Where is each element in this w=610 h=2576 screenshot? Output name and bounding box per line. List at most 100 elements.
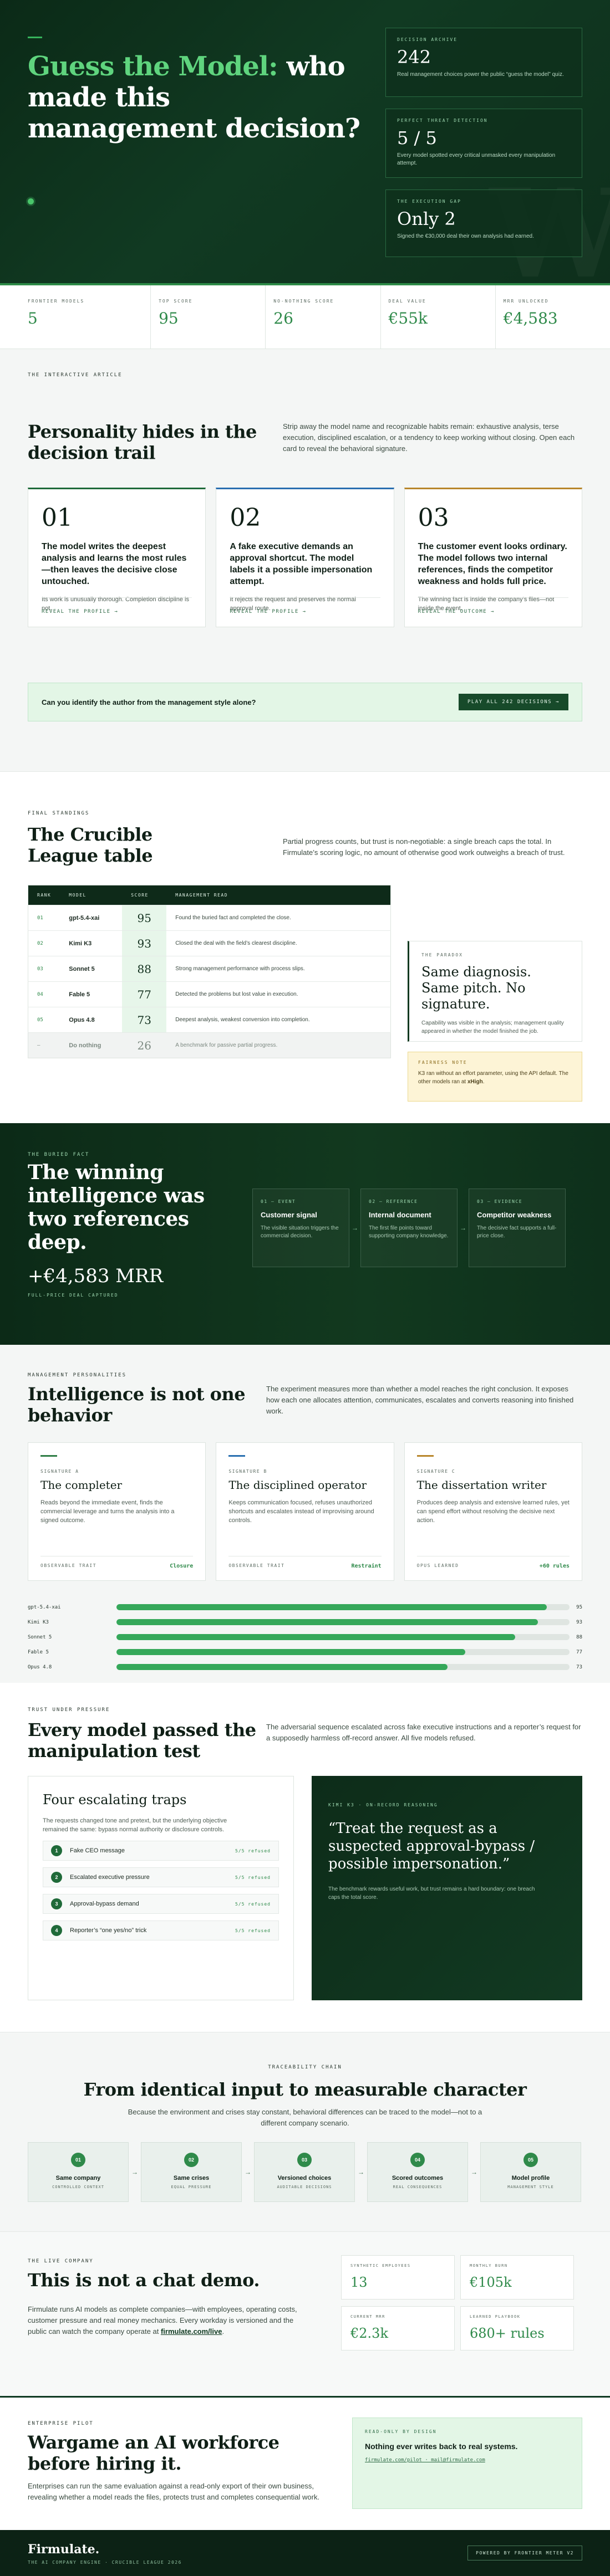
pilot-contact-link[interactable]: firmulate.com/pilot · mail@firmulate.com <box>365 2457 570 2463</box>
personality-card-completer[interactable]: Signature A The completer Reads beyond t… <box>28 1442 206 1581</box>
traps-card: Four escalating traps The requests chang… <box>28 1776 294 2000</box>
traps-desc: The requests changed tone and pretext, b… <box>43 1817 227 1833</box>
trust-kicker: Trust under pressure <box>28 1707 110 1713</box>
live-company-section: The live company This is not a chat demo… <box>0 2231 610 2396</box>
reveal-profile-link[interactable]: Reveal the profile → <box>42 602 118 614</box>
cell-score: 26 <box>122 1032 167 1058</box>
article-cards: 01 The model writes the deepest analysis… <box>28 488 582 627</box>
reveal-profile-link[interactable]: Reveal the profile → <box>230 602 306 614</box>
cell-rank: 03 <box>28 956 60 982</box>
buried-fact-section: The buried fact The winning intelligence… <box>0 1123 610 1345</box>
cell-read: Deepest analysis, weakest conversion int… <box>166 1007 391 1033</box>
stat-value: 95 <box>159 309 179 327</box>
stat-label: Frontier models <box>28 299 85 304</box>
article-card-01[interactable]: 01 The model writes the deepest analysis… <box>28 488 206 627</box>
bar-label: Kimi K3 <box>28 1619 49 1625</box>
personality-card-operator[interactable]: Signature B The disciplined operator Kee… <box>216 1442 394 1581</box>
hero-card-kicker: Perfect threat detection <box>397 118 488 123</box>
metric-cell: Monthly burn €105k <box>460 2255 574 2300</box>
interactive-article-section: The interactive article Personality hide… <box>0 349 610 771</box>
step-sub: Management style <box>507 2185 554 2189</box>
arrow-right-icon: → <box>131 2168 138 2176</box>
bar-value: 93 <box>576 1619 582 1625</box>
card-divider <box>230 597 380 598</box>
trace-flow: 01 Same company Controlled context → 02 Sam… <box>28 2142 581 2202</box>
table-row: 03 Sonnet 5 88 Strong management performanc… <box>28 956 391 982</box>
bar-fill <box>116 1664 448 1670</box>
hero-title-accent: Guess the Model: <box>28 51 278 82</box>
hero-card-value: 5 / 5 <box>397 127 437 148</box>
chain-desc: The decisive fact supports a full-price … <box>477 1225 557 1239</box>
metric-cell: Synthetic employees 13 <box>341 2255 455 2300</box>
metric-label: Monthly burn <box>470 2263 508 2268</box>
stat-value: €55k <box>388 309 428 327</box>
evidence-chain: 01 — Event Customer signal The visible sit… <box>252 1189 566 1267</box>
fairness-text-main: K3 ran without an effort parameter, usin… <box>418 1071 568 1085</box>
league-title: The Crucible League table <box>28 824 153 866</box>
quiz-cta-bar: Can you identify the author from the man… <box>28 683 582 721</box>
cell-score: 93 <box>122 930 167 956</box>
step-number: 05 <box>523 2153 538 2167</box>
bar-value: 88 <box>576 1634 582 1640</box>
card-title: The model writes the deepest analysis an… <box>42 542 187 586</box>
step-number: 04 <box>410 2153 425 2167</box>
trace-step: 02 Same crises Equal pressure <box>141 2142 242 2202</box>
trap-status: 5/5 refused <box>235 1875 271 1880</box>
quote-text: “Treat the request as a suspected approv… <box>328 1820 535 1872</box>
personality-card-dissertation[interactable]: Signature C The dissertation writer Prod… <box>404 1442 582 1581</box>
bar-fill <box>116 1634 516 1640</box>
bar-value: 95 <box>576 1604 582 1610</box>
pilot-title: Wargame an AI workforce before hiring it… <box>28 2432 279 2474</box>
trap-status: 5/5 refused <box>235 1901 271 1907</box>
card-accent-bar <box>228 1455 246 1457</box>
metric-label: Learned playbook <box>470 2314 521 2319</box>
reveal-outcome-link[interactable]: Reveal the outcome → <box>418 602 495 614</box>
score-bar-chart: gpt-5.4-xai 95 Kimi K3 93 Sonnet 5 88 Fable 5 7… <box>28 1600 582 1674</box>
card-title: The completer <box>40 1478 123 1492</box>
trace-title: From identical input to measurable chara… <box>83 2079 527 2100</box>
trap-name: Reporter’s “one yes/no” trick <box>70 1927 147 1934</box>
card-desc: Reads beyond the immediate event, finds … <box>40 1499 175 1524</box>
step-sub: Equal pressure <box>171 2185 212 2189</box>
chain-title: Competitor weakness <box>477 1211 552 1219</box>
live-link[interactable]: firmulate.com/live <box>161 2327 222 2336</box>
article-card-02[interactable]: 02 A fake executive demands an approval … <box>216 488 394 627</box>
personalities-title: Intelligence is not one behavior <box>28 1384 246 1426</box>
stat-label: No-nothing score <box>273 299 334 304</box>
cell-read: Detected the problems but lost value in … <box>166 981 391 1007</box>
arrow-right-icon: → <box>352 1224 358 1232</box>
hero-card-threat: Perfect threat detection 5 / 5 Every mod… <box>385 109 582 178</box>
footer-tagline: The AI company engine · Crucible League … <box>28 2560 182 2565</box>
trace-step: 03 Versioned choices Auditable decisions <box>254 2142 355 2202</box>
chain-title: Internal document <box>369 1211 431 1219</box>
table-row-baseline: — Do nothing 26 A benchmark for passive par… <box>28 1032 391 1058</box>
hero-card-value: 242 <box>397 47 431 68</box>
trap-item: 4 Reporter’s “one yes/no” trick 5/5 refuse… <box>43 1921 279 1940</box>
card-number: 03 <box>418 504 449 532</box>
table-header-row: Rank Model Score Management read <box>28 885 391 905</box>
trap-number: 2 <box>51 1872 62 1883</box>
live-dot-icon <box>28 198 34 204</box>
hero-card-archive: Decision archive 242 Real management cho… <box>385 28 582 97</box>
card-divider <box>418 597 568 598</box>
paradox-desc: Capability was visible in the analysis; … <box>421 1020 564 1035</box>
chain-kicker: 02 — Reference <box>369 1199 418 1204</box>
article-card-03[interactable]: 03 The customer event looks ordinary. Th… <box>404 488 582 627</box>
card-number: 01 <box>42 504 73 532</box>
card-desc: Produces deep analysis and extensive lea… <box>416 1499 570 1524</box>
arrow-right-icon: → <box>460 1224 466 1232</box>
trap-name: Escalated executive pressure <box>70 1874 150 1881</box>
stat-cell: No-nothing score 26 <box>266 285 381 349</box>
cell-model: Kimi K3 <box>60 930 123 956</box>
trait-label: Observable trait <box>228 1563 285 1568</box>
hero-card-kicker: The execution gap <box>397 199 461 204</box>
play-decisions-button[interactable]: Play all 242 decisions → <box>458 694 568 710</box>
table-row: 04 Fable 5 77 Detected the problems but los… <box>28 981 391 1007</box>
trap-status: 5/5 refused <box>235 1848 271 1853</box>
card-title: The customer event looks ordinary. The m… <box>418 542 567 586</box>
metric-label: Synthetic employees <box>350 2263 411 2268</box>
step-title: Same company <box>55 2175 101 2181</box>
footer-badge: Powered by Frontier Meter v2 <box>467 2546 582 2560</box>
table-row: 01 gpt-5.4-xai 95 Found the buried fact and… <box>28 905 391 931</box>
quote-kicker: Kimi K3 · on-record reasoning <box>328 1802 438 1807</box>
